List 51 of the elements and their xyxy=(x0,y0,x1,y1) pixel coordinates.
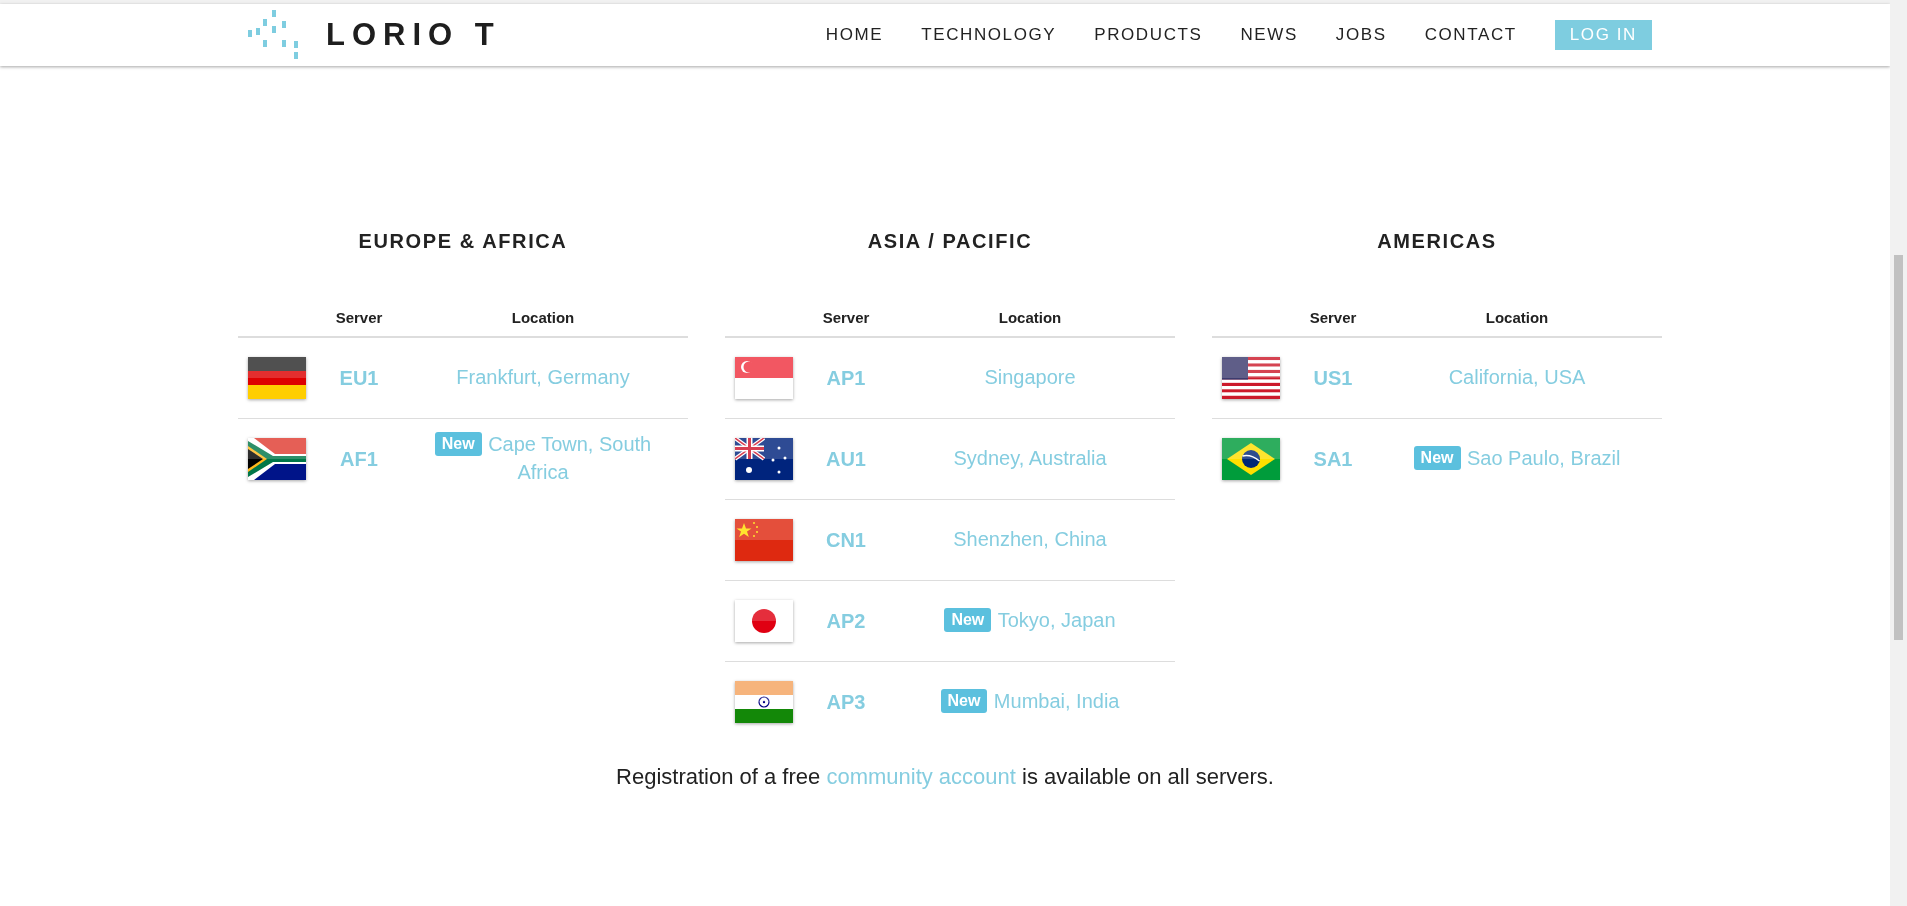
server-code: AF1 xyxy=(340,447,378,470)
column-header: Location xyxy=(398,298,688,337)
region-title: ASIA / PACIFIC xyxy=(866,229,1034,254)
flag-icon xyxy=(248,438,306,480)
location-text: Frankfurt, Germany xyxy=(456,366,630,388)
new-badge: New xyxy=(944,608,992,632)
nav-link[interactable]: HOME xyxy=(825,25,884,45)
nav-link[interactable]: CONTACT xyxy=(1424,25,1517,45)
server-code: AP1 xyxy=(826,366,866,389)
nav-link[interactable]: PRODUCTS xyxy=(1094,25,1203,45)
new-badge: New xyxy=(434,432,482,456)
nav-link[interactable]: NEWS xyxy=(1240,25,1298,45)
scrollbar-thumb[interactable] xyxy=(1894,255,1903,640)
location-text: Singapore xyxy=(984,366,1076,388)
flag-icon xyxy=(735,681,793,723)
location-text: Mumbai, India xyxy=(993,690,1120,712)
location-text: Shenzhen, China xyxy=(953,528,1107,550)
column-header: Server xyxy=(320,298,398,337)
server-code: CN1 xyxy=(826,528,866,551)
flag-icon xyxy=(735,438,793,480)
server-code: EU1 xyxy=(339,366,379,389)
location-text: Sydney, Australia xyxy=(953,447,1107,469)
new-badge: New xyxy=(940,689,988,713)
region-title: EUROPE & AFRICA xyxy=(357,229,569,254)
column-header: Server xyxy=(1294,298,1372,337)
logo-icon xyxy=(248,10,298,60)
location-text: Cape Town, South Africa xyxy=(488,433,652,483)
location-text: Tokyo, Japan xyxy=(997,609,1116,631)
flag-icon xyxy=(1222,357,1280,399)
server-code: AP2 xyxy=(826,609,866,632)
registration-note: Registration of a free community account is available on all servers. xyxy=(615,764,1275,790)
flag-icon xyxy=(735,519,793,561)
location-text: California, USA xyxy=(1448,366,1586,388)
flag-icon xyxy=(735,357,793,399)
new-badge: New xyxy=(1413,446,1461,470)
flag-icon xyxy=(735,600,793,642)
server-code: SA1 xyxy=(1313,447,1353,470)
server-code: AU1 xyxy=(826,447,866,470)
nav-link[interactable]: JOBS xyxy=(1335,25,1387,45)
nav-link[interactable]: TECHNOLOGY xyxy=(921,25,1057,45)
flag-icon xyxy=(248,357,306,399)
region-title: AMERICAS xyxy=(1376,229,1498,254)
column-header: Location xyxy=(1372,298,1662,337)
scrollbar[interactable] xyxy=(1890,0,1907,906)
location-text: Sao Paulo, Brazil xyxy=(1466,447,1621,469)
server-code: AP3 xyxy=(826,690,866,713)
column-header: Location xyxy=(885,298,1175,337)
logo-text: LORIO T xyxy=(326,17,501,53)
column-header: Server xyxy=(807,298,885,337)
flag-icon xyxy=(1222,438,1280,480)
server-code: US1 xyxy=(1313,366,1353,389)
